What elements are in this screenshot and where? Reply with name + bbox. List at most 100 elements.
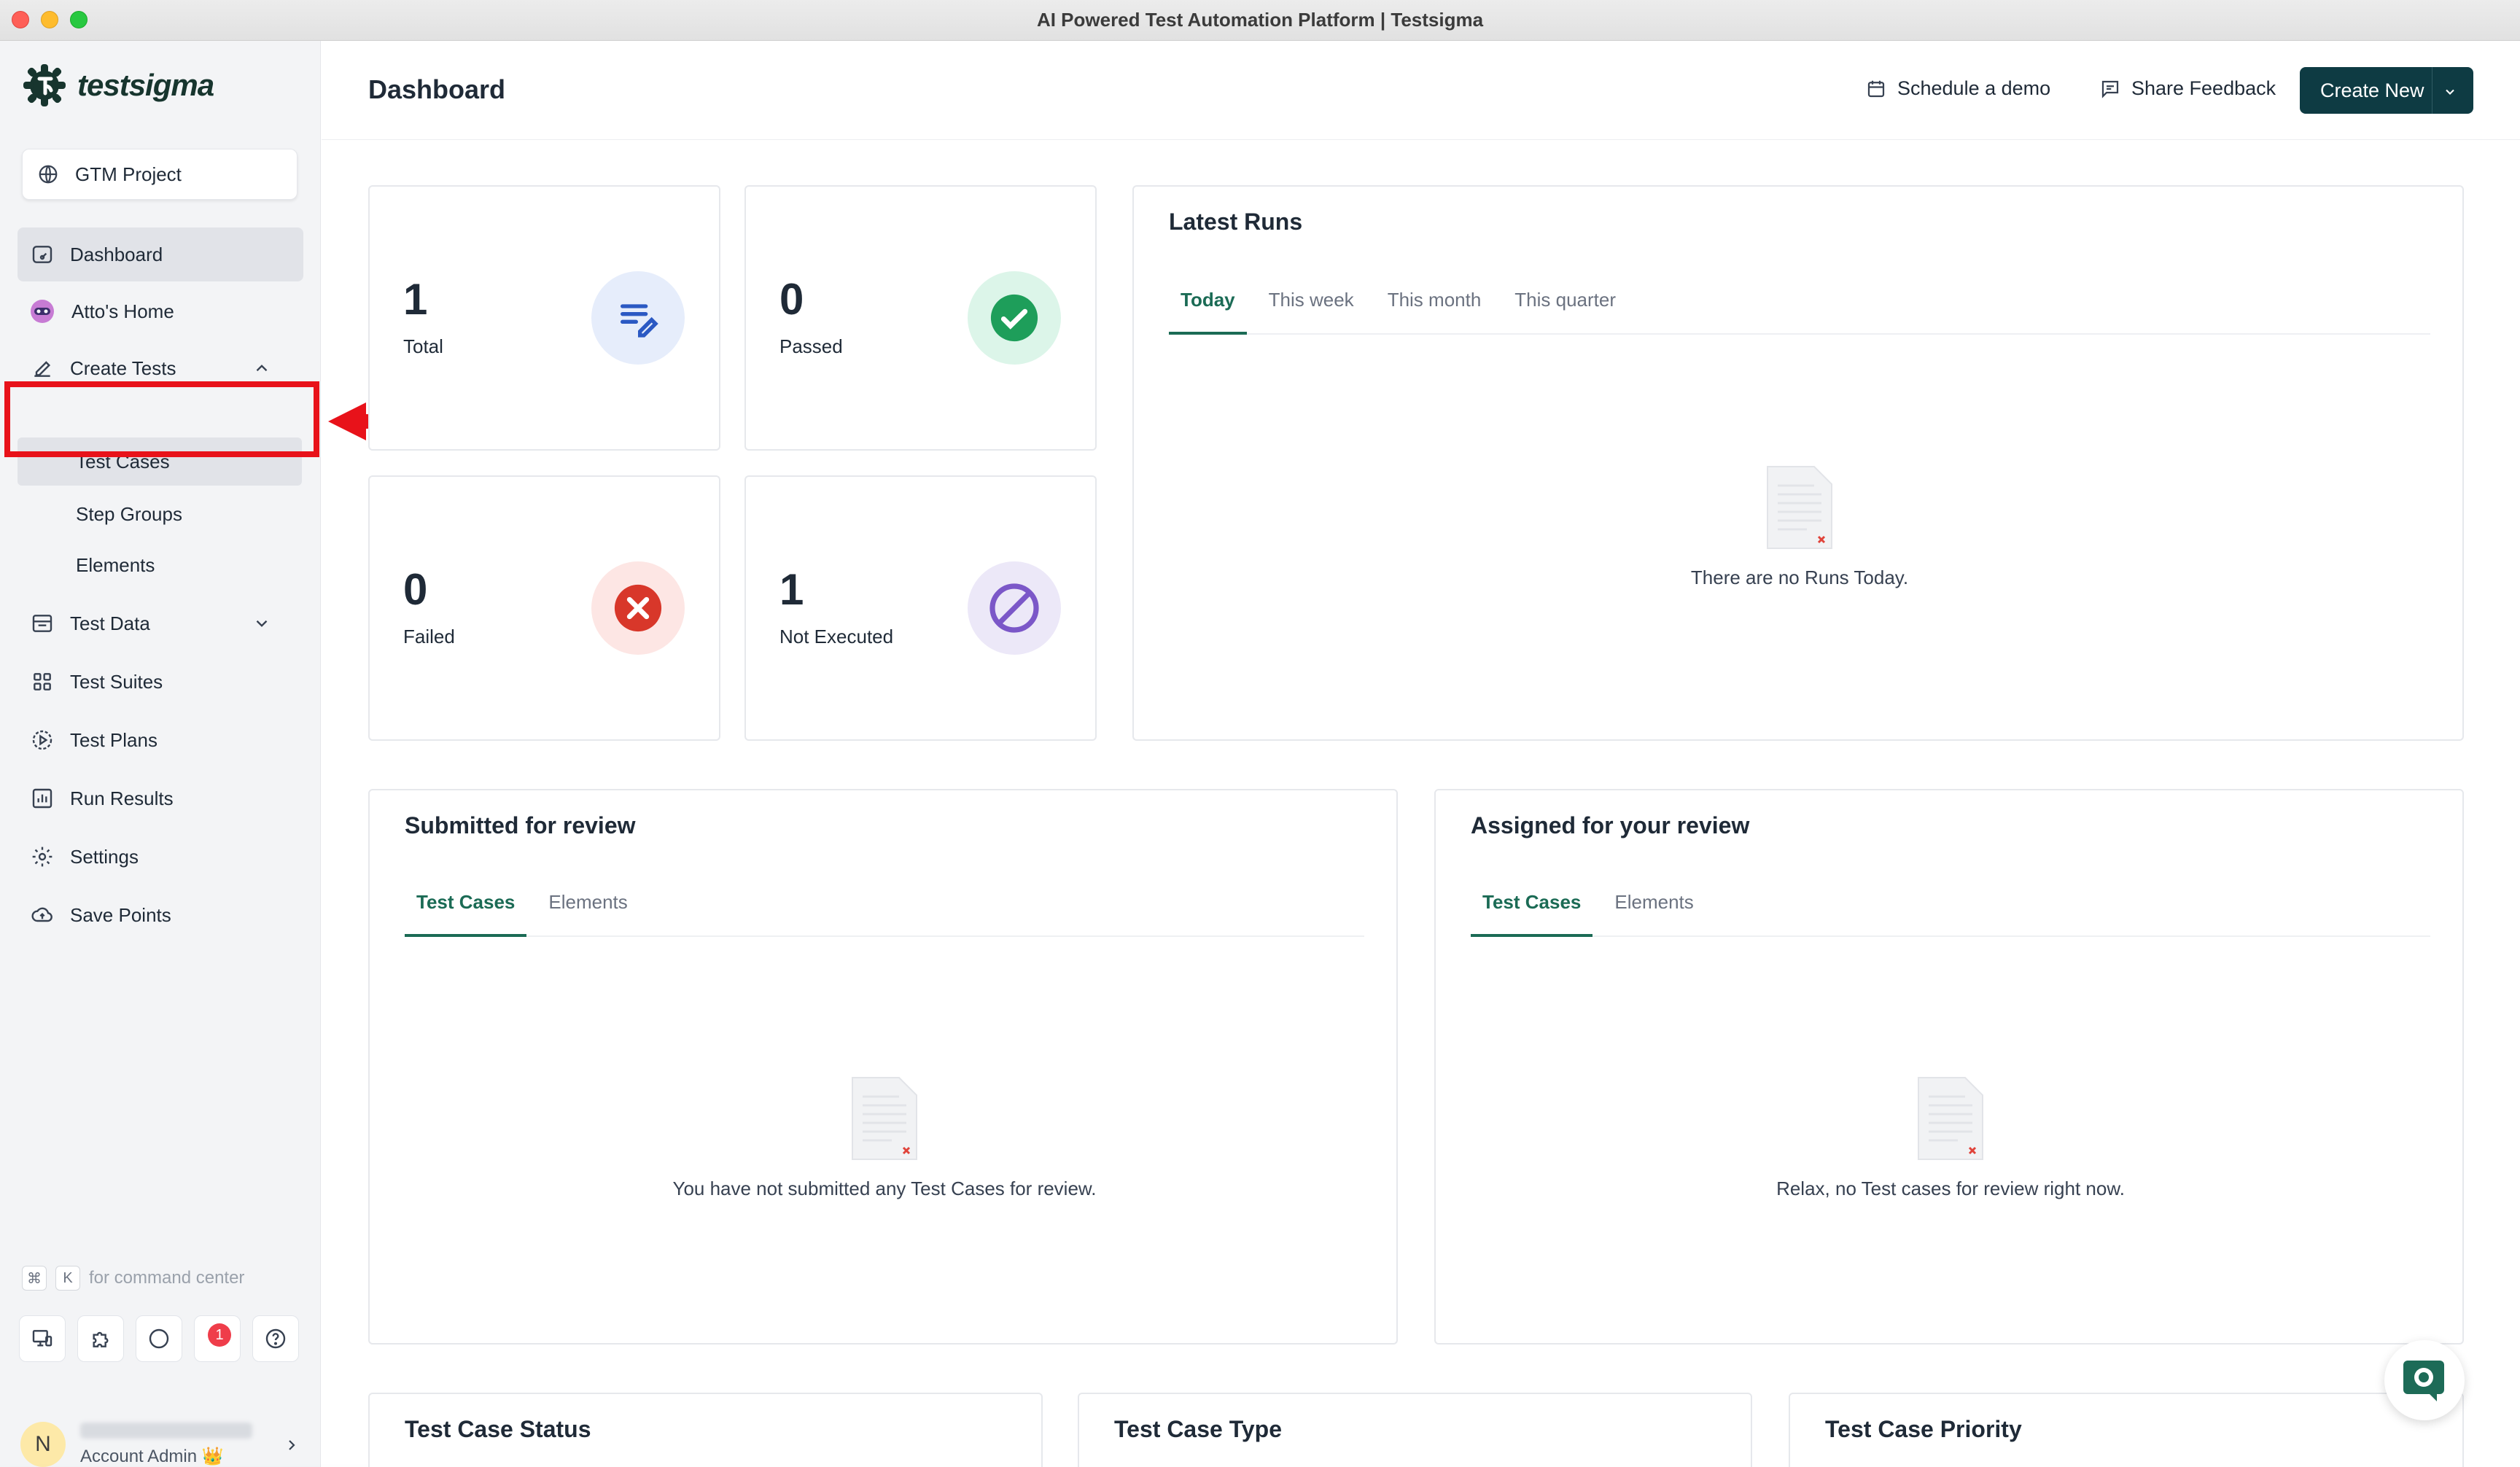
check-circle-icon <box>968 271 1061 365</box>
tab-today[interactable]: Today <box>1169 289 1247 335</box>
create-new-label: Create New <box>2320 79 2424 101</box>
sidebar-item-test-plans[interactable]: Test Plans <box>18 713 303 767</box>
grid-icon <box>34 673 51 690</box>
help-button[interactable] <box>252 1315 299 1362</box>
stat-value: 0 <box>779 275 804 324</box>
tab-this-month[interactable]: This month <box>1376 289 1493 333</box>
tab-test-cases[interactable]: Test Cases <box>1471 891 1593 937</box>
gauge-icon <box>32 246 52 263</box>
sidebar-toolbar: 1 <box>19 1315 311 1362</box>
project-selector[interactable]: GTM Project <box>22 149 298 200</box>
sidebar-item-label: Elements <box>76 553 155 576</box>
sidebar-item-step-groups[interactable]: Step Groups <box>18 490 303 538</box>
chevron-down-icon[interactable] <box>2443 85 2457 99</box>
schedule-demo-label: Schedule a demo <box>1897 77 2051 99</box>
test-case-priority-title: Test Case Priority <box>1825 1416 2022 1442</box>
stat-value: 1 <box>403 275 428 324</box>
page-header: Dashboard Schedule a demo Share Feedback… <box>322 41 2520 140</box>
empty-message: Relax, no Test cases for review right no… <box>1776 1178 2125 1199</box>
testsigma-logo-icon <box>23 64 66 106</box>
sidebar-item-label: Test Plans <box>70 728 158 751</box>
empty-message: There are no Runs Today. <box>1690 567 1909 588</box>
empty-message: You have not submitted any Test Cases fo… <box>672 1178 1097 1199</box>
addons-button[interactable] <box>77 1315 124 1362</box>
share-feedback-button[interactable]: Share Feedback <box>2099 77 2276 100</box>
chat-support-button[interactable] <box>2384 1340 2465 1420</box>
notification-count-badge: 1 <box>208 1323 231 1347</box>
sidebar-item-settings[interactable]: Settings <box>18 830 303 884</box>
user-role: Account Admin 👑 <box>80 1446 224 1466</box>
sidebar-item-label: Create Tests <box>70 357 176 379</box>
sidebar: testsigma GTM Project Dashboard Atto's H… <box>0 41 321 1467</box>
sidebar-item-test-data[interactable]: Test Data <box>18 596 303 650</box>
help-icon <box>265 1328 286 1349</box>
tab-test-cases[interactable]: Test Cases <box>405 891 527 937</box>
data-table-icon <box>32 615 52 632</box>
highlight-annotation <box>4 381 319 457</box>
monitor-icon <box>32 1330 52 1347</box>
agent-button[interactable] <box>19 1315 66 1362</box>
command-center-hint[interactable]: ⌘ K for command center <box>22 1266 244 1291</box>
command-center-text: for command center <box>89 1268 245 1288</box>
latest-runs-title: Latest Runs <box>1169 209 1303 235</box>
atto-avatar-icon <box>31 300 54 323</box>
submitted-review-tabs: Test Cases Elements <box>405 891 1364 937</box>
user-menu[interactable]: N Account Admin 👑 <box>20 1419 300 1467</box>
tab-this-quarter[interactable]: This quarter <box>1503 289 1628 333</box>
calendar-icon <box>1867 80 1885 97</box>
sidebar-item-run-results[interactable]: Run Results <box>18 771 303 825</box>
brand-name: testsigma <box>77 68 214 102</box>
test-case-status-card: Test Case Status <box>368 1393 1043 1467</box>
project-name: GTM Project <box>75 163 182 185</box>
integrations-button[interactable] <box>136 1315 182 1362</box>
test-case-priority-card: Test Case Priority <box>1789 1393 2464 1467</box>
sidebar-item-label: Test Data <box>70 612 150 634</box>
stat-value: 1 <box>779 565 804 614</box>
tab-elements[interactable]: Elements <box>1603 891 1705 935</box>
sidebar-item-test-suites[interactable]: Test Suites <box>18 655 303 709</box>
latest-runs-tabs: Today This week This month This quarter <box>1169 289 2430 335</box>
test-case-type-title: Test Case Type <box>1114 1416 1283 1442</box>
k-key: K <box>55 1266 80 1291</box>
gear-icon <box>32 847 52 867</box>
assigned-review-tabs: Test Cases Elements <box>1471 891 2430 937</box>
test-case-status-title: Test Case Status <box>405 1416 591 1442</box>
sync-icon <box>149 1328 169 1349</box>
assigned-review-empty-state: Relax, no Test cases for review right no… <box>1695 1075 2206 1200</box>
stat-card-passed[interactable]: 0 Passed <box>744 185 1097 451</box>
create-new-button[interactable]: Create New <box>2300 67 2473 114</box>
stat-card-total[interactable]: 1 Total <box>368 185 720 451</box>
notifications-button[interactable]: 1 <box>194 1315 241 1362</box>
chevron-right-icon <box>289 1440 295 1450</box>
test-case-type-card: Test Case Type <box>1078 1393 1752 1467</box>
share-feedback-label: Share Feedback <box>2131 77 2276 99</box>
stat-card-failed[interactable]: 0 Failed <box>368 475 720 741</box>
empty-document-icon <box>1767 466 1832 549</box>
tab-elements[interactable]: Elements <box>537 891 639 935</box>
assigned-review-title: Assigned for your review <box>1471 812 1750 838</box>
play-circle-icon <box>32 730 52 750</box>
command-key: ⌘ <box>22 1266 47 1291</box>
sidebar-item-save-points[interactable]: Save Points <box>18 888 303 942</box>
cloud-upload-icon <box>31 907 52 922</box>
stat-label: Total <box>403 335 443 357</box>
stat-label: Failed <box>403 626 455 647</box>
stat-card-not-executed[interactable]: 1 Not Executed <box>744 475 1097 741</box>
latest-runs-empty-state: There are no Runs Today. <box>1581 464 2018 589</box>
submitted-review-card: Submitted for review Test Cases Elements… <box>368 789 1398 1345</box>
brand-logo[interactable]: testsigma <box>22 63 214 108</box>
chat-icon <box>2101 80 2119 98</box>
bar-chart-icon <box>32 788 52 809</box>
sidebar-item-label: Atto's Home <box>71 300 174 322</box>
stat-value: 0 <box>403 565 428 614</box>
x-circle-icon <box>591 561 685 655</box>
sidebar-item-attos-home[interactable]: Atto's Home <box>18 284 303 338</box>
sidebar-item-label: Step Groups <box>76 502 182 525</box>
sidebar-item-elements[interactable]: Elements <box>18 541 303 589</box>
stat-label: Not Executed <box>779 626 894 647</box>
tab-this-week[interactable]: This week <box>1257 289 1366 333</box>
sidebar-item-dashboard[interactable]: Dashboard <box>18 227 303 281</box>
submitted-review-title: Submitted for review <box>405 812 636 838</box>
schedule-demo-button[interactable]: Schedule a demo <box>1865 77 2050 100</box>
assigned-review-card: Assigned for your review Test Cases Elem… <box>1434 789 2464 1345</box>
